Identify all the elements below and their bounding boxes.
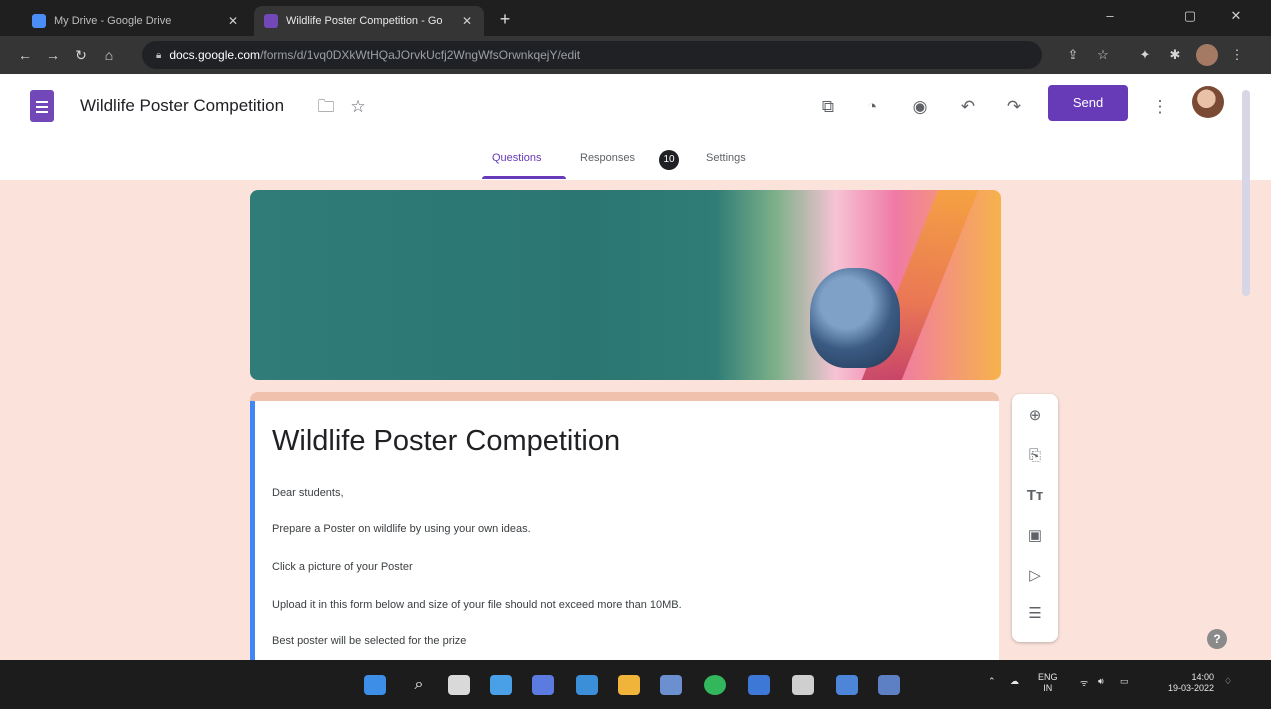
form-title[interactable]: Wildlife Poster Competition (272, 425, 620, 458)
form-description-line[interactable]: Best poster will be selected for the pri… (272, 635, 466, 647)
form-description-line[interactable]: Click a picture of your Poster (272, 561, 413, 573)
browser-tab-title: Wildlife Poster Competition - Go (286, 15, 443, 27)
tab-questions[interactable]: Questions (492, 152, 542, 164)
question-toolbar: ⊕ ⎘ Tт ▣ ▷ ☰ (1012, 394, 1058, 642)
extensions-puzzle-icon[interactable]: ✱ (1164, 44, 1186, 66)
preview-eye-icon[interactable]: ◉ (908, 95, 932, 119)
region-code: IN (1043, 683, 1053, 693)
address-bar[interactable]: 🔒︎ docs.google.com /forms/d/1vq0DXkWtHQa… (142, 41, 1042, 69)
send-button[interactable]: Send (1048, 85, 1128, 121)
clock-date: 19-03-2022 (1167, 683, 1214, 693)
more-options-icon[interactable]: ⋮ (1148, 95, 1172, 119)
form-description-line[interactable]: Prepare a Poster on wildlife by using yo… (272, 523, 531, 535)
reload-icon[interactable]: ↻ (70, 44, 92, 66)
profile-avatar[interactable] (1196, 44, 1218, 66)
url-host: docs.google.com (169, 48, 261, 62)
folder-icon[interactable]: 🗀︎ (314, 95, 338, 119)
maximize-icon[interactable]: ▢ (1180, 8, 1200, 24)
wifi-icon[interactable]: ᯤ (1080, 676, 1088, 689)
lock-icon: 🔒︎ (156, 49, 162, 61)
add-question-icon[interactable]: ⊕ (1023, 404, 1047, 428)
extension-icon[interactable]: ✦ (1134, 44, 1156, 66)
chrome-icon[interactable] (878, 675, 900, 695)
battery-icon[interactable]: ▭ (1120, 676, 1129, 687)
browser-tab-strip: My Drive - Google Drive ✕ Wildlife Poste… (0, 0, 1271, 36)
search-icon[interactable]: ⌕ (408, 675, 430, 695)
add-image-icon[interactable]: ▣ (1023, 524, 1047, 548)
teams-chat-icon[interactable] (532, 675, 554, 695)
file-explorer-icon[interactable] (618, 675, 640, 695)
tab-settings[interactable]: Settings (706, 152, 746, 164)
account-avatar[interactable] (1192, 86, 1224, 118)
close-icon[interactable]: ✕ (226, 14, 240, 28)
responses-count-badge: 10 (659, 150, 679, 170)
forms-icon (264, 14, 278, 28)
tray-overflow-icon[interactable]: ⌃ (988, 676, 996, 687)
import-questions-icon[interactable]: ⎘ (1023, 444, 1047, 468)
form-tabs: Questions Responses Settings (0, 144, 1271, 180)
star-icon[interactable]: ☆ (346, 95, 370, 119)
window-close-icon[interactable]: ✕ (1226, 8, 1246, 24)
task-view-icon[interactable] (448, 675, 470, 695)
page-scrollbar[interactable] (1242, 90, 1250, 296)
doc-title[interactable]: Wildlife Poster Competition (80, 96, 284, 116)
browser-tab-title: My Drive - Google Drive (54, 15, 172, 27)
volume-icon[interactable]: 🔊︎ (1098, 676, 1104, 687)
app-icon[interactable] (836, 675, 858, 695)
onedrive-icon[interactable]: ☁ (1010, 676, 1019, 687)
form-description-line[interactable]: Upload it in this form below and size of… (272, 599, 682, 611)
tab-responses[interactable]: Responses (580, 152, 635, 164)
active-tab-indicator (482, 176, 566, 179)
browser-menu-icon[interactable]: ⋮ (1226, 44, 1248, 66)
edge-icon[interactable] (576, 675, 598, 695)
drive-icon (32, 14, 46, 28)
widgets-icon[interactable] (490, 675, 512, 695)
forward-icon[interactable]: → (42, 44, 64, 66)
addon-icon[interactable]: ⧉ (816, 95, 840, 119)
add-section-icon[interactable]: ☰ (1023, 602, 1047, 626)
url-path: /forms/d/1vq0DXkWtHQaJOrvkUcfj2WngWfsOrw… (260, 48, 581, 62)
whatsapp-icon[interactable] (704, 675, 726, 695)
add-title-icon[interactable]: Tт (1023, 484, 1047, 508)
add-video-icon[interactable]: ▷ (1023, 564, 1047, 588)
palette-icon[interactable]: ◔ (860, 95, 884, 119)
bookmark-star-icon[interactable]: ☆ (1092, 44, 1114, 66)
store-icon[interactable] (660, 675, 682, 695)
mail-icon[interactable] (748, 675, 770, 695)
undo-icon[interactable]: ↶ (956, 95, 980, 119)
redo-icon[interactable]: ↷ (1002, 95, 1026, 119)
language-code: ENG (1038, 672, 1058, 682)
header-banner-image (250, 190, 1001, 380)
back-icon[interactable]: ← (14, 44, 36, 66)
owl-illustration (810, 268, 900, 368)
clock[interactable]: 14:00 19-03-2022 (1152, 672, 1214, 694)
browser-tab-forms[interactable]: Wildlife Poster Competition - Go ✕ (254, 6, 484, 36)
browser-tab-drive[interactable]: My Drive - Google Drive ✕ (22, 6, 250, 36)
forms-logo-icon[interactable] (30, 90, 54, 122)
form-header: Wildlife Poster Competition 🗀︎ ☆ ⧉ ◔ ◉ ↶… (0, 74, 1271, 180)
windows-taskbar: ⌕ ⌃ ☁ ENG IN ᯤ 🔊︎ ▭ 14:00 19-03-2022 ♢ (0, 660, 1271, 709)
share-icon[interactable]: ⇪ (1062, 44, 1084, 66)
active-card-indicator (250, 401, 255, 660)
forms-page: Wildlife Poster Competition 🗀︎ ☆ ⧉ ◔ ◉ ↶… (0, 74, 1271, 660)
help-icon[interactable]: ? (1207, 629, 1227, 649)
new-tab-button[interactable]: + (494, 8, 516, 30)
form-description-line[interactable]: Dear students, (272, 487, 344, 499)
dropbox-icon[interactable] (792, 675, 814, 695)
start-icon[interactable] (364, 675, 386, 695)
minimize-icon[interactable]: – (1100, 8, 1120, 23)
notifications-icon[interactable]: ♢ (1224, 676, 1232, 687)
form-title-card[interactable]: Wildlife Poster Competition Dear student… (250, 392, 999, 660)
clock-time: 14:00 (1191, 672, 1214, 682)
home-icon[interactable]: ⌂ (98, 44, 120, 66)
language-indicator[interactable]: ENG IN (1038, 672, 1058, 694)
close-icon[interactable]: ✕ (460, 14, 474, 28)
